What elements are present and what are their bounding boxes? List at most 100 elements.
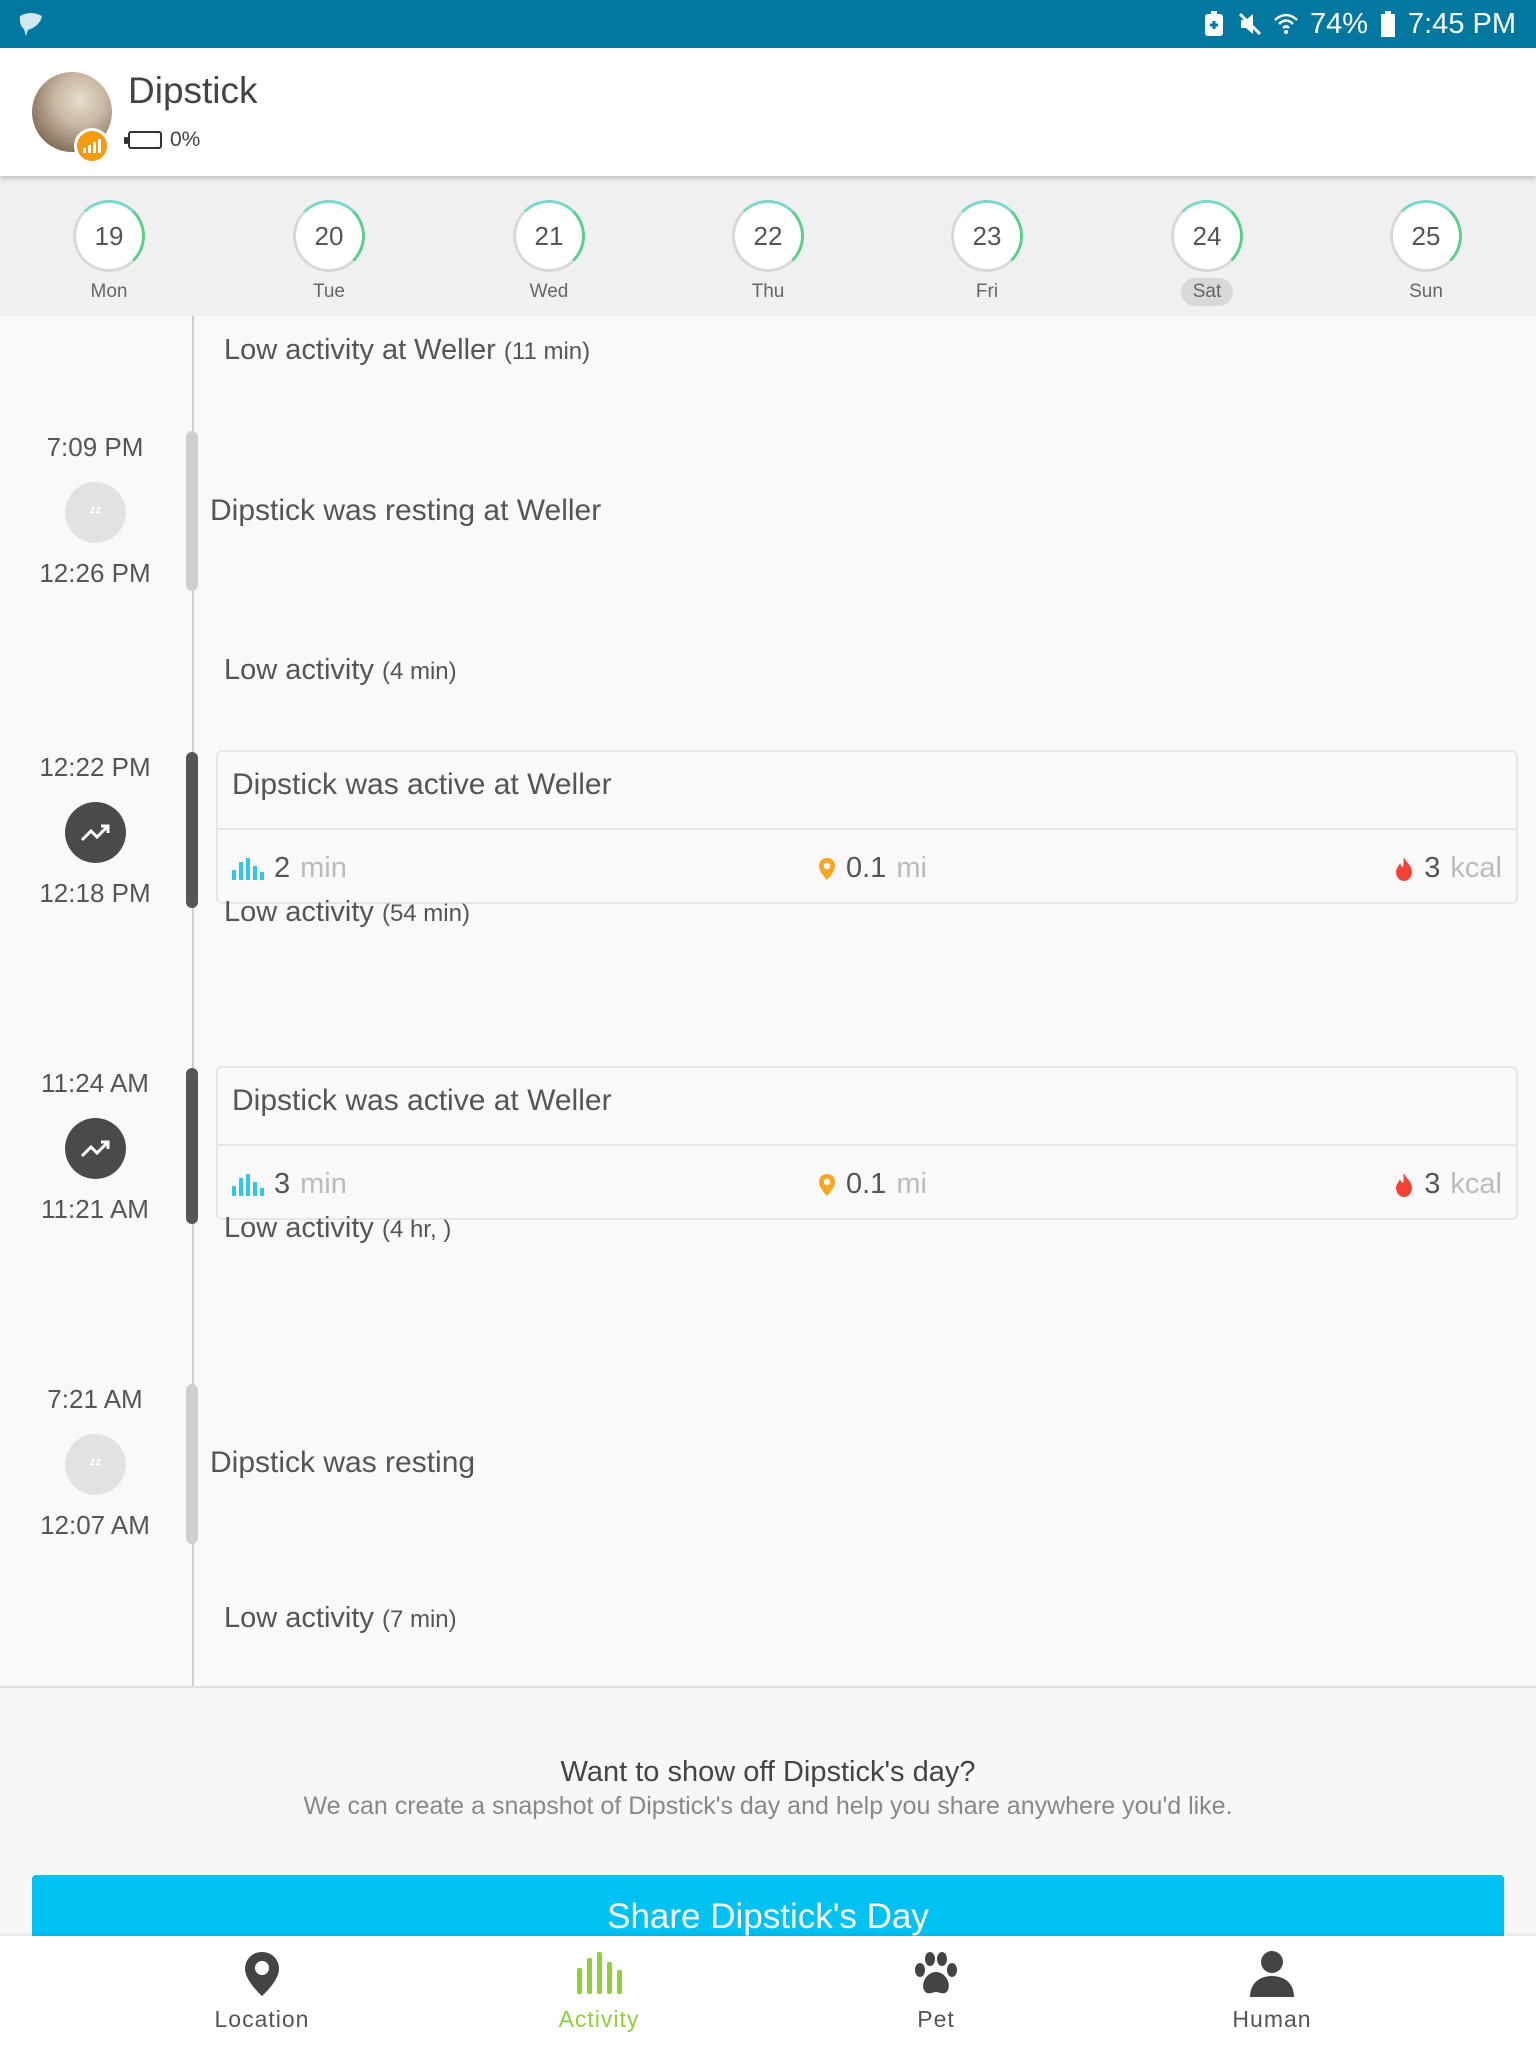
low-activity-row: Low activity (4 hr, ) [224, 1212, 451, 1245]
distance-value: 0.1 [846, 852, 887, 884]
device-battery: 0% [124, 128, 201, 152]
active-end-time: 12:18 PM [39, 878, 151, 908]
rest-end-time: 12:07 AM [40, 1510, 150, 1540]
day-tue[interactable]: 20 Tue [269, 200, 389, 306]
distance-stat: 0.1 mi [818, 1168, 927, 1201]
nav-label: Pet [917, 2006, 955, 2032]
distance-stat: 0.1 mi [818, 852, 927, 885]
day-label: Sun [1409, 281, 1443, 302]
activity-card[interactable]: Dipstick was active at Weller 3 min 0.1 mi… [216, 1066, 1518, 1220]
app-notification-icon [19, 13, 42, 36]
low-activity-label: Low activity [224, 654, 374, 686]
day-selector: 19 Mon 20 Tue 21 Wed 22 Thu 23 Fri 24 Sa… [0, 176, 1536, 316]
low-activity-duration: (4 hr, ) [381, 1216, 452, 1243]
active-end-time: 11:21 AM [41, 1194, 149, 1224]
nav-human[interactable]: Human [1172, 1948, 1372, 2033]
wifi-icon [1274, 13, 1298, 34]
clock: 7:45 PM [1408, 7, 1516, 40]
day-label: Wed [529, 281, 569, 302]
low-activity-row: Low activity (4 min) [224, 654, 457, 687]
location-pin-icon [238, 1948, 286, 2000]
activity-bars-icon [232, 1173, 264, 1196]
rest-event[interactable]: Dipstick was resting [210, 1446, 475, 1480]
calories-unit: kcal [1450, 852, 1502, 884]
distance-value: 0.1 [846, 1168, 887, 1200]
day-progress-ring: 22 [732, 200, 804, 272]
bottom-navigation: Location Activity Pet Human [0, 1936, 1536, 2048]
day-label: Tue [312, 281, 346, 302]
rest-end-time: 12:26 PM [39, 558, 151, 588]
calories-value: 3 [1424, 852, 1441, 884]
low-activity-duration: (54 min) [381, 900, 470, 927]
day-progress-ring: 20 [293, 200, 365, 272]
share-question: Want to show off Dipstick's day? [560, 1756, 976, 1788]
day-progress-ring: 23 [951, 200, 1023, 272]
calories-value: 3 [1424, 1168, 1441, 1200]
distance-unit: mi [896, 852, 927, 884]
day-label: Mon [90, 281, 128, 302]
mute-icon [1238, 12, 1262, 36]
day-sat[interactable]: 24 Sat [1147, 200, 1267, 306]
activity-timeline[interactable]: Low activity at Weller (11 min) 7:09 PM … [0, 316, 1536, 1686]
location-pin-icon [819, 857, 835, 880]
distance-unit: mi [896, 1168, 927, 1200]
low-activity-label: Low activity [224, 896, 374, 928]
day-thu[interactable]: 22 Thu [708, 200, 828, 306]
active-minutes-stat: 3 min [232, 1168, 347, 1201]
location-pin-icon [819, 1173, 835, 1196]
day-wed[interactable]: 21 Wed [489, 200, 609, 306]
low-activity-row: Low activity (54 min) [224, 896, 470, 929]
battery-saver-icon [1204, 11, 1223, 36]
calories-unit: kcal [1450, 1168, 1502, 1200]
active-minutes-unit: min [300, 852, 347, 884]
day-label-selected: Sat [1180, 278, 1234, 306]
rest-event[interactable]: Dipstick was resting at Weller [210, 494, 601, 528]
share-subtitle: We can create a snapshot of Dipstick's d… [303, 1792, 1233, 1820]
pet-header[interactable]: Dipstick 0% [0, 48, 1536, 176]
status-bar: 74% 7:45 PM [0, 0, 1536, 48]
paw-icon [912, 1948, 960, 2000]
calories-stat: 3 kcal [1394, 852, 1502, 885]
activity-card[interactable]: Dipstick was active at Weller 2 min 0.1 mi… [216, 750, 1518, 904]
sleep-icon: ᶻᶻ [65, 482, 126, 543]
nav-label: Location [214, 2006, 310, 2032]
low-activity-label: Low activity at Weller [224, 334, 496, 366]
activity-title: Dipstick was active at Weller [232, 1084, 612, 1117]
trending-up-icon [65, 1118, 126, 1179]
nav-location[interactable]: Location [162, 1948, 362, 2033]
flame-icon [1396, 1172, 1413, 1197]
low-activity-duration: (11 min) [503, 338, 591, 365]
active-minutes-value: 3 [274, 1168, 291, 1200]
activity-title: Dipstick was active at Weller [232, 768, 612, 801]
rest-start-time: 7:09 PM [46, 432, 144, 462]
day-progress-ring: 21 [513, 200, 585, 272]
nav-label: Activity [558, 2006, 640, 2032]
day-sun[interactable]: 25 Sun [1366, 200, 1486, 306]
day-progress-ring: 24 [1171, 200, 1243, 272]
activity-bars-icon [575, 1948, 623, 2000]
day-fri[interactable]: 23 Fri [927, 200, 1047, 306]
active-minutes-stat: 2 min [232, 852, 347, 885]
signal-badge-icon [74, 128, 110, 164]
day-label: Thu [751, 281, 785, 302]
device-battery-percent: 0% [170, 128, 201, 151]
low-activity-row: Low activity (7 min) [224, 1602, 457, 1635]
day-mon[interactable]: 19 Mon [49, 200, 169, 306]
battery-percent: 74% [1309, 7, 1368, 40]
low-activity-duration: (7 min) [381, 1606, 457, 1633]
day-progress-ring: 19 [73, 200, 145, 272]
sleep-icon: ᶻᶻ [65, 1434, 126, 1495]
battery-icon [1381, 11, 1395, 37]
nav-activity[interactable]: Activity [499, 1948, 699, 2033]
nav-pet[interactable]: Pet [836, 1948, 1036, 2033]
nav-label: Human [1232, 2006, 1312, 2032]
rest-start-time: 7:21 AM [47, 1384, 143, 1414]
share-section: Want to show off Dipstick's day? We can … [0, 1686, 1536, 1955]
active-minutes-unit: min [300, 1168, 347, 1200]
person-icon [1248, 1948, 1296, 2000]
low-activity-row: Low activity at Weller (11 min) [224, 334, 590, 367]
low-activity-label: Low activity [224, 1602, 374, 1634]
trending-up-icon [65, 802, 126, 863]
card-divider [218, 828, 1516, 830]
active-minutes-value: 2 [274, 852, 291, 884]
